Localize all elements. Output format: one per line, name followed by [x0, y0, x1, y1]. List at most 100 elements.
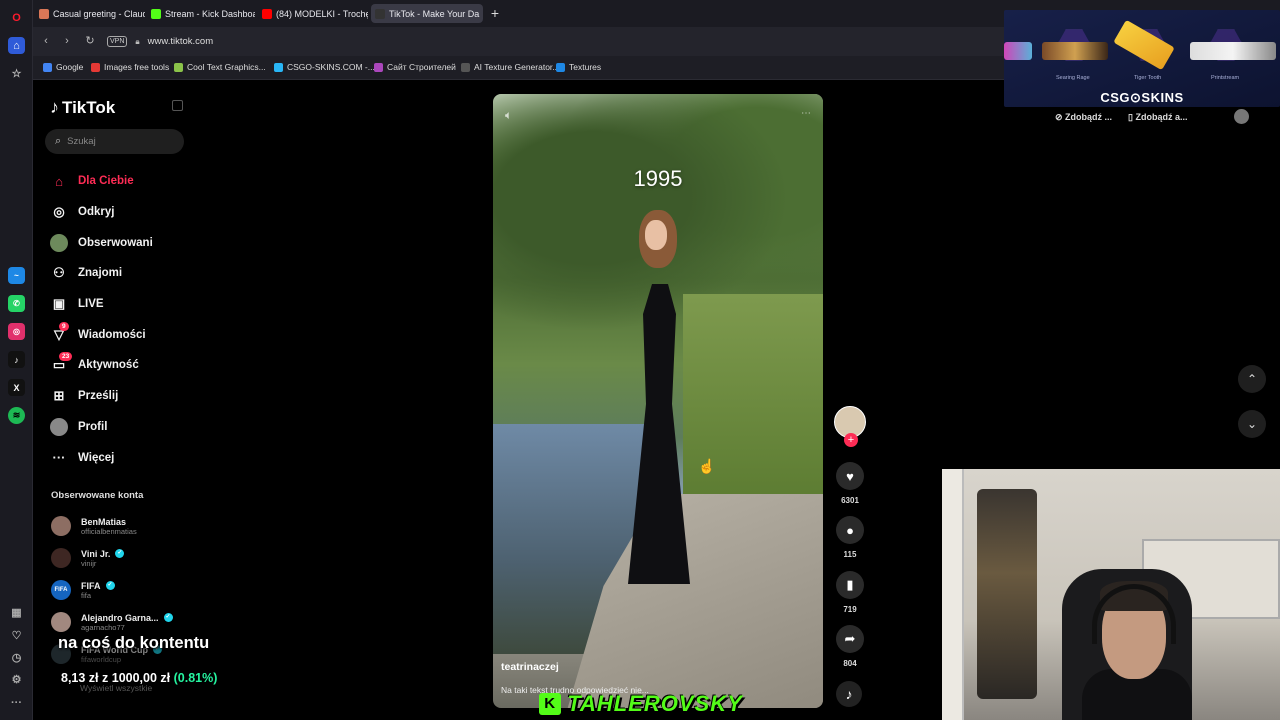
share-button[interactable]: ➦ 804: [834, 625, 866, 668]
bookmark-images-free-tools[interactable]: Images free tools: [91, 62, 169, 72]
nav-znajomi[interactable]: ⚇ Znajomi: [50, 258, 200, 289]
bookmark-textures[interactable]: Textures: [556, 62, 601, 72]
nav-label: Wiadomości: [78, 328, 146, 341]
goal-percent: (0.81%): [173, 671, 218, 685]
search-input[interactable]: [67, 136, 168, 147]
verified-icon: ✓: [105, 581, 115, 590]
tiktok-logo[interactable]: ♪ TikTok: [50, 97, 115, 118]
x-icon[interactable]: X: [8, 379, 25, 396]
nav-odkryj[interactable]: ◎ Odkryj: [50, 197, 200, 228]
nav-aktywnosc[interactable]: ▭ 23 Aktywność: [50, 350, 200, 381]
tab-label: Casual greeting - Claude: [53, 8, 145, 19]
nav-wiecej[interactable]: ··· Więcej: [50, 442, 200, 473]
account-item-vinijr[interactable]: Vini Jr. ✓ vinijr: [51, 544, 211, 572]
video-options-icon[interactable]: ⋯: [801, 108, 811, 119]
browser-sidebar: O ⌂ ☆ ~ ✆ ◎ ♪ X ≋ ▦ ♡ ◷ ⚙ ···: [0, 0, 33, 720]
followed-accounts-title: Obserwowane konta: [51, 490, 144, 501]
activity-badge: 23: [59, 352, 73, 362]
more-icon[interactable]: ···: [8, 694, 25, 711]
creator-avatar[interactable]: +: [834, 406, 866, 447]
kick-logo-icon: K: [539, 693, 562, 715]
mute-icon[interactable]: 🔈︎: [505, 108, 512, 123]
url-field[interactable]: VPN 🔒︎ www.tiktok.com: [107, 31, 1007, 52]
claim-button-2[interactable]: ▯ Zdobądź a...: [1128, 112, 1187, 123]
back-icon[interactable]: ‹: [39, 34, 53, 48]
whatsapp-icon[interactable]: ✆: [8, 295, 25, 312]
video-author[interactable]: teatrinaczej: [501, 661, 559, 673]
stream-goal-progress: 8,13 zł z 1000,00 zł (0.81%): [61, 671, 217, 685]
nav-obserwowani[interactable]: ● Obserwowani: [50, 227, 200, 258]
new-tab-button[interactable]: +: [487, 5, 503, 21]
images-tool-icon: [91, 62, 100, 72]
nav-profil[interactable]: ● Profil: [50, 412, 200, 443]
video-player[interactable]: 🔈︎ ⋯ 1995 teatrinaczej Na taki tekst tru…: [493, 94, 823, 708]
previous-video-button[interactable]: ⌃: [1238, 365, 1266, 393]
bookmark-csgo-skins[interactable]: CSGO-SKINS.COM -...: [274, 62, 375, 72]
ad-profile-icon[interactable]: [1234, 109, 1249, 124]
history-icon[interactable]: ◷: [8, 649, 25, 666]
tiktok-sound-icon[interactable]: ♪: [836, 681, 862, 707]
account-name: Vini Jr.: [81, 548, 111, 559]
nav-dla-ciebie[interactable]: ⌂ Dla Ciebie: [50, 166, 200, 197]
mouse-cursor-icon: ☝: [698, 458, 716, 474]
stream-goal-text: na coś do kontentu: [58, 634, 210, 652]
tab-kick[interactable]: Stream - Kick Dashboard: [147, 4, 255, 23]
account-item-garnacho[interactable]: Alejandro Garna... ✓ agarnacho77: [51, 608, 211, 636]
lock-icon[interactable]: 🔒︎: [135, 37, 139, 47]
messages-icon: ▽ 9: [50, 321, 69, 344]
bookmark-star-icon[interactable]: ☆: [8, 65, 25, 82]
tiktok-icon[interactable]: ♪: [8, 351, 25, 368]
tab-tiktok[interactable]: TikTok - Make Your Da: [371, 4, 483, 23]
account-handle: fifa: [81, 590, 92, 600]
youtube-favicon-icon: [262, 8, 272, 19]
opera-logo-icon[interactable]: O: [8, 9, 25, 26]
vpn-badge[interactable]: VPN: [107, 36, 128, 47]
collapse-sidebar-icon[interactable]: [172, 100, 183, 111]
heart-icon[interactable]: ♡: [8, 627, 25, 644]
account-name: BenMatias: [81, 516, 127, 527]
spotify-icon[interactable]: ≋: [8, 407, 25, 424]
tab-label: TikTok - Make Your Da: [389, 8, 480, 19]
messenger-icon[interactable]: ~: [8, 267, 25, 284]
comment-count: 115: [843, 550, 857, 559]
share-icon: ➦: [836, 625, 864, 653]
nav-wiadomosci[interactable]: ▽ 9 Wiadomości: [50, 319, 200, 350]
csgo-skins-ad[interactable]: Searing Rage Tiger Tooth Printstream CSG…: [1004, 10, 1280, 107]
screen: O ⌂ ☆ ~ ✆ ◎ ♪ X ≋ ▦ ♡ ◷ ⚙ ··· Casual gre…: [0, 0, 1280, 720]
bookmark-cool-text[interactable]: Cool Text Graphics...: [174, 62, 266, 72]
account-item-benmatias[interactable]: BenMatias officialbenmatias: [51, 512, 211, 540]
ai-texture-icon: [461, 62, 470, 72]
settings-icon[interactable]: ⚙: [8, 671, 25, 688]
extensions-icon[interactable]: ▦: [8, 604, 25, 621]
friends-icon: ⚇: [53, 265, 65, 281]
bookmark-ai-texture[interactable]: AI Texture Generator...: [461, 62, 559, 72]
instagram-icon[interactable]: ◎: [8, 323, 25, 340]
bookmark-google[interactable]: Google: [43, 62, 83, 72]
nav-przeslij[interactable]: ⊞ Prześlij: [50, 381, 200, 412]
next-video-button[interactable]: ⌄: [1238, 410, 1266, 438]
account-item-fifa[interactable]: FIFA FIFA ✓ fifa: [51, 576, 211, 604]
bookmark-builders-site[interactable]: Сайт Строителей: [374, 62, 456, 72]
nav-live[interactable]: ▣ LIVE: [50, 289, 200, 320]
profile-icon: ●: [50, 417, 68, 436]
tab-claude[interactable]: Casual greeting - Claude: [35, 4, 145, 23]
video-reeds: [683, 294, 823, 514]
bookmark-label: Textures: [569, 62, 602, 72]
tab-youtube[interactable]: (84) MODELKI - Trochę Za: [258, 4, 368, 23]
tiktok-note-icon: ♪: [50, 97, 59, 117]
comment-button[interactable]: ● 115: [834, 516, 866, 559]
weapon-skin-image: [1042, 42, 1108, 60]
url-text[interactable]: www.tiktok.com: [148, 36, 213, 47]
save-button[interactable]: ▮ 719: [834, 571, 866, 614]
nav-label: Aktywność: [78, 359, 139, 372]
follow-plus-icon[interactable]: +: [844, 433, 858, 447]
forward-icon[interactable]: ›: [60, 34, 74, 48]
home-icon[interactable]: ⌂: [8, 37, 25, 54]
reload-icon[interactable]: ↻: [83, 34, 97, 48]
avatar: [51, 548, 71, 568]
claim-button-1[interactable]: ⊘ Zdobądź ...: [1055, 112, 1112, 123]
like-button[interactable]: ♥ 6301: [834, 462, 866, 505]
search-bar[interactable]: ⌕: [45, 129, 184, 154]
video-overlay-text: 1995: [633, 166, 683, 191]
messages-badge: 9: [59, 321, 69, 331]
